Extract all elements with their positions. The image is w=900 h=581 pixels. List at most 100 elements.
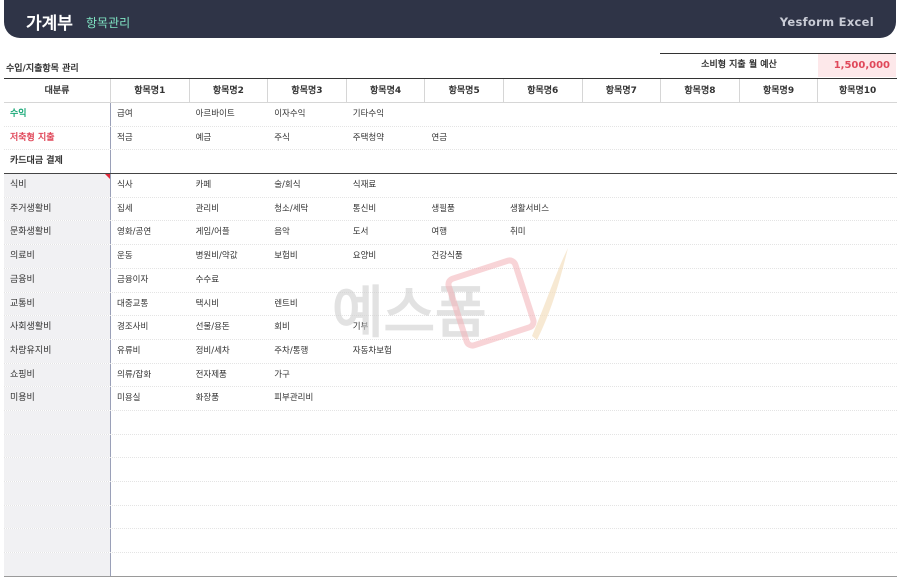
item-cell[interactable]	[347, 269, 426, 292]
item-cell[interactable]	[111, 435, 190, 458]
item-cell[interactable]	[818, 364, 897, 387]
item-cell[interactable]	[740, 150, 819, 173]
item-cell[interactable]: 자동차보험	[347, 340, 426, 363]
item-cell[interactable]	[425, 150, 504, 173]
item-cell[interactable]	[268, 458, 347, 481]
item-cell[interactable]	[504, 103, 583, 126]
item-cell[interactable]	[740, 553, 819, 576]
item-cell[interactable]	[190, 458, 269, 481]
item-cell[interactable]	[347, 150, 426, 173]
item-cell[interactable]	[425, 435, 504, 458]
item-cell[interactable]	[583, 435, 662, 458]
item-cell[interactable]: 아르바이트	[190, 103, 269, 126]
item-cell[interactable]	[504, 269, 583, 292]
item-cell[interactable]	[347, 482, 426, 505]
item-cell[interactable]	[425, 529, 504, 552]
item-cell[interactable]	[661, 198, 740, 221]
category-cell[interactable]: 차량유지비	[4, 339, 111, 363]
item-cell[interactable]	[818, 458, 897, 481]
item-cell[interactable]: 가구	[268, 364, 347, 387]
item-cell[interactable]	[740, 364, 819, 387]
item-cell[interactable]	[504, 364, 583, 387]
item-cell[interactable]	[268, 411, 347, 434]
item-cell[interactable]	[818, 340, 897, 363]
item-cell[interactable]: 병원비/약값	[190, 245, 269, 268]
category-cell[interactable]: 수익	[4, 103, 111, 126]
item-cell[interactable]: 피부관리비	[268, 387, 347, 410]
item-cell[interactable]	[818, 506, 897, 529]
item-cell[interactable]	[190, 529, 269, 552]
item-cell[interactable]	[504, 553, 583, 576]
item-cell[interactable]: 예금	[190, 127, 269, 150]
item-cell[interactable]	[661, 506, 740, 529]
item-cell[interactable]	[111, 529, 190, 552]
item-cell[interactable]: 기부	[347, 316, 426, 339]
item-cell[interactable]: 기타수익	[347, 103, 426, 126]
item-cell[interactable]	[661, 127, 740, 150]
item-cell[interactable]	[268, 529, 347, 552]
item-cell[interactable]	[425, 340, 504, 363]
item-cell[interactable]: 술/회식	[268, 174, 347, 197]
item-cell[interactable]	[504, 316, 583, 339]
category-cell[interactable]: 쇼핑비	[4, 363, 111, 387]
category-cell[interactable]: 식비	[4, 174, 111, 197]
category-cell[interactable]: 저축형 지출	[4, 126, 111, 150]
item-cell[interactable]	[504, 174, 583, 197]
item-cell[interactable]: 유류비	[111, 340, 190, 363]
item-cell[interactable]: 관리비	[190, 198, 269, 221]
item-cell[interactable]	[268, 482, 347, 505]
item-cell[interactable]	[425, 174, 504, 197]
item-cell[interactable]	[661, 150, 740, 173]
item-cell[interactable]	[347, 411, 426, 434]
item-cell[interactable]	[661, 221, 740, 244]
item-cell[interactable]	[347, 435, 426, 458]
item-cell[interactable]	[661, 435, 740, 458]
item-cell[interactable]	[425, 269, 504, 292]
item-cell[interactable]	[347, 553, 426, 576]
item-cell[interactable]	[347, 506, 426, 529]
item-cell[interactable]	[268, 553, 347, 576]
item-cell[interactable]	[818, 198, 897, 221]
item-cell[interactable]: 적금	[111, 127, 190, 150]
item-cell[interactable]	[583, 506, 662, 529]
item-cell[interactable]: 식사	[111, 174, 190, 197]
item-cell[interactable]: 보험비	[268, 245, 347, 268]
item-cell[interactable]	[740, 458, 819, 481]
item-cell[interactable]	[583, 387, 662, 410]
item-cell[interactable]	[425, 364, 504, 387]
item-cell[interactable]	[740, 269, 819, 292]
item-cell[interactable]: 대중교통	[111, 293, 190, 316]
item-cell[interactable]	[504, 506, 583, 529]
category-cell[interactable]	[4, 482, 111, 505]
item-cell[interactable]: 청소/세탁	[268, 198, 347, 221]
item-cell[interactable]	[740, 411, 819, 434]
item-cell[interactable]	[661, 387, 740, 410]
item-cell[interactable]	[740, 198, 819, 221]
item-cell[interactable]	[190, 482, 269, 505]
item-cell[interactable]	[190, 150, 269, 173]
item-cell[interactable]	[583, 411, 662, 434]
item-cell[interactable]	[111, 553, 190, 576]
item-cell[interactable]	[818, 150, 897, 173]
item-cell[interactable]	[268, 269, 347, 292]
item-cell[interactable]: 주택청약	[347, 127, 426, 150]
item-cell[interactable]: 영화/공연	[111, 221, 190, 244]
item-cell[interactable]	[661, 174, 740, 197]
item-cell[interactable]: 주차/통행	[268, 340, 347, 363]
item-cell[interactable]	[818, 553, 897, 576]
item-cell[interactable]: 생활서비스	[504, 198, 583, 221]
item-cell[interactable]	[268, 506, 347, 529]
item-cell[interactable]: 급여	[111, 103, 190, 126]
item-cell[interactable]	[111, 411, 190, 434]
item-cell[interactable]	[583, 174, 662, 197]
item-cell[interactable]	[347, 458, 426, 481]
item-cell[interactable]	[583, 316, 662, 339]
item-cell[interactable]	[268, 435, 347, 458]
item-cell[interactable]	[111, 482, 190, 505]
item-cell[interactable]: 식재료	[347, 174, 426, 197]
item-cell[interactable]	[818, 221, 897, 244]
item-cell[interactable]: 정비/세차	[190, 340, 269, 363]
item-cell[interactable]	[504, 411, 583, 434]
category-cell[interactable]: 의료비	[4, 245, 111, 268]
item-cell[interactable]	[583, 198, 662, 221]
